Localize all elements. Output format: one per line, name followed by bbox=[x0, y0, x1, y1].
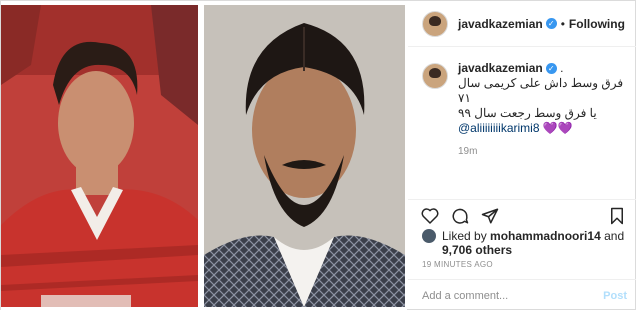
avatar[interactable] bbox=[422, 10, 448, 37]
liker-username[interactable]: mohammadnoori14 bbox=[490, 229, 601, 243]
caption-timestamp[interactable]: 19m bbox=[458, 144, 627, 159]
likes-joiner: and bbox=[604, 229, 625, 243]
purple-hearts-emoji: 💜💜 bbox=[542, 121, 573, 135]
comment-box: Post bbox=[408, 279, 636, 311]
comment-input[interactable] bbox=[422, 289, 604, 302]
header-username[interactable]: javadkazemian bbox=[458, 17, 543, 31]
likes-others-link[interactable]: 9,706 others bbox=[442, 243, 512, 257]
instagram-post: javadkazemian ✓ • Following javadkazemia… bbox=[0, 0, 636, 311]
post-time-ago[interactable]: 19 MINUTES AGO bbox=[422, 260, 493, 269]
liker-avatar[interactable] bbox=[422, 229, 436, 243]
caption-line-2: یا فرق وسط رجعت سال ۹۹ bbox=[458, 106, 597, 120]
verified-badge-icon: ✓ bbox=[545, 18, 557, 29]
bookmark-icon[interactable] bbox=[607, 206, 627, 226]
right-photo-bearded-man bbox=[204, 5, 405, 307]
post-header: javadkazemian ✓ • Following bbox=[408, 1, 636, 47]
caption-trailing-dot: . bbox=[560, 61, 564, 75]
likes-summary: Liked by mohammadnoori14 and 9,706 other… bbox=[422, 229, 632, 257]
verified-badge-icon: ✓ bbox=[545, 63, 557, 75]
comment-bubble-icon[interactable] bbox=[450, 206, 470, 226]
action-bar bbox=[408, 199, 636, 227]
caption-username[interactable]: javadkazemian bbox=[458, 61, 543, 75]
post-media[interactable] bbox=[1, 1, 407, 311]
separator-dot: • bbox=[560, 16, 565, 31]
heart-icon[interactable] bbox=[420, 206, 440, 226]
caption-mention-link[interactable]: @aliiiiiiiikarimi8 bbox=[458, 121, 540, 135]
caption-avatar[interactable] bbox=[422, 63, 448, 89]
post-comment-button[interactable]: Post bbox=[603, 290, 627, 302]
left-photo-young-player bbox=[1, 5, 198, 307]
likes-prefix: Liked by bbox=[442, 229, 487, 243]
post-caption: javadkazemian ✓ . فرق وسط داش علی کریمی س… bbox=[422, 61, 627, 159]
post-sidebar: javadkazemian ✓ • Following javadkazemia… bbox=[408, 1, 636, 311]
caption-line-1: فرق وسط داش علی کریمی سال ۷۱ bbox=[458, 76, 624, 105]
paper-plane-icon[interactable] bbox=[480, 206, 500, 226]
following-button[interactable]: Following bbox=[569, 17, 625, 31]
